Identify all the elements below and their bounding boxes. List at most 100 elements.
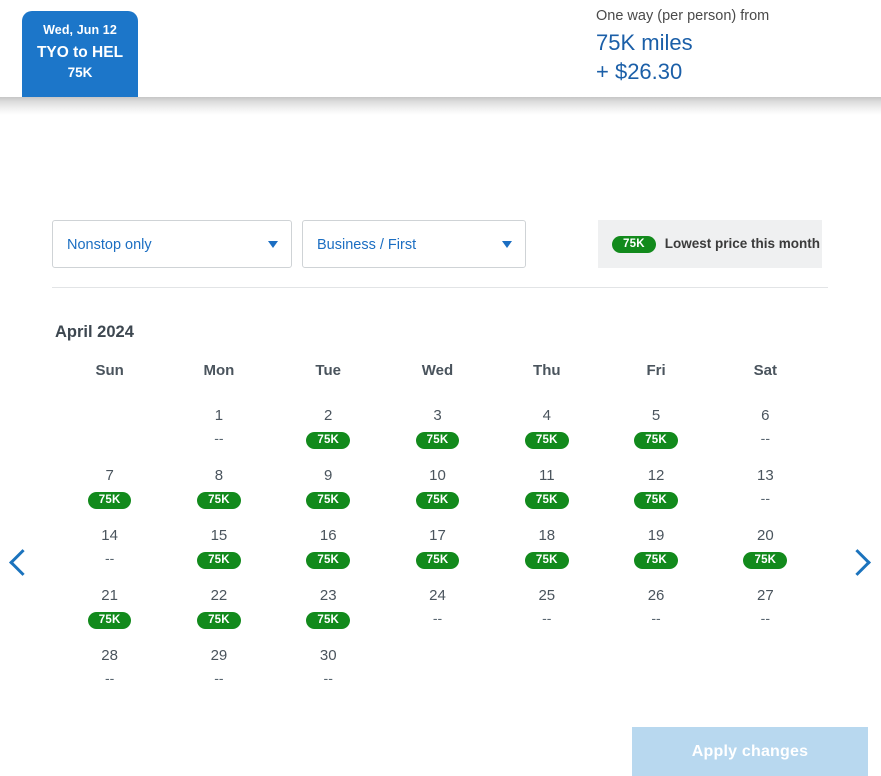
lowest-price-badge: 75K [415, 552, 460, 569]
calendar-day-cell[interactable]: 14 -- [55, 525, 164, 585]
calendar-day-price: 75K [601, 549, 710, 569]
calendar-day-cell[interactable]: 28 -- [55, 645, 164, 705]
calendar-day-cell[interactable]: 27 -- [711, 585, 820, 645]
calendar-day-cell[interactable]: 9 75K [274, 465, 383, 525]
calendar-day-cell[interactable]: 16 75K [274, 525, 383, 585]
lowest-price-badge: 75K [634, 552, 678, 569]
calendar-day-number: 19 [647, 527, 665, 544]
next-month-button[interactable] [843, 545, 877, 579]
flight-tab-miles: 75K [67, 65, 93, 80]
prev-month-button[interactable] [4, 545, 38, 579]
lowest-price-badge: 75K [524, 492, 569, 509]
cabin-filter-value: Business / First [317, 237, 417, 253]
weekday-header-row: Sun Mon Tue Wed Thu Fri Sat [55, 359, 820, 405]
calendar-day-price: 75K [492, 489, 601, 509]
stops-filter-value: Nonstop only [67, 237, 152, 253]
lowest-price-badge: 75K [87, 612, 132, 629]
calendar-day-cell[interactable]: 24 -- [383, 585, 492, 645]
calendar-day-cell[interactable]: 15 75K [164, 525, 273, 585]
legend-badge: 75K [612, 235, 656, 253]
lowest-price-badge: 75K [197, 492, 241, 509]
header-shadow-divider [0, 97, 881, 115]
calendar-day-cell[interactable]: 7 75K [55, 465, 164, 525]
calendar-day-number: 21 [101, 587, 118, 604]
header: Wed, Jun 12 TYO to HEL 75K One way (per … [0, 0, 881, 97]
calendar-day-price: -- [651, 610, 661, 626]
lowest-price-badge: 75K [306, 432, 351, 449]
lowest-price-badge: 75K [634, 432, 678, 449]
calendar-day-number: 12 [647, 467, 665, 484]
chevron-down-icon [502, 241, 512, 248]
calendar-day-cell[interactable]: 19 75K [601, 525, 710, 585]
calendar-day-number: 6 [761, 407, 770, 424]
calendar-day-cell[interactable]: 6 -- [711, 405, 820, 465]
calendar-day-number: 17 [429, 527, 446, 544]
calendar-day-cell[interactable]: 11 75K [492, 465, 601, 525]
calendar-day-number: 27 [757, 587, 774, 604]
cabin-filter-select[interactable]: Business / First [302, 220, 526, 268]
calendar-day-empty [383, 645, 492, 705]
calendar-day-number: 11 [538, 467, 555, 484]
calendar-day-price: 75K [274, 549, 383, 569]
calendar-day-cell[interactable]: 22 75K [164, 585, 273, 645]
calendar-day-price: 75K [492, 429, 601, 449]
calendar-day-number: 8 [214, 467, 224, 484]
flight-segment-tab[interactable]: Wed, Jun 12 TYO to HEL 75K [22, 11, 138, 97]
weekday-header: Sat [753, 362, 778, 379]
calendar-day-cell[interactable]: 30 -- [274, 645, 383, 705]
lowest-price-badge: 75K [524, 432, 569, 449]
calendar-day-number: 30 [319, 647, 337, 664]
stops-filter-select[interactable]: Nonstop only [52, 220, 292, 268]
calendar-day-cell[interactable]: 21 75K [55, 585, 164, 645]
price-summary-miles: 75K miles [596, 30, 693, 55]
calendar-day-cell[interactable]: 4 75K [492, 405, 601, 465]
calendar-day-price: -- [214, 670, 224, 686]
calendar-day-price: 75K [164, 609, 273, 629]
calendar-day-number: 20 [757, 527, 774, 544]
calendar-day-cell[interactable]: 23 75K [274, 585, 383, 645]
calendar-day-cell[interactable]: 2 75K [274, 405, 383, 465]
calendar-day-cell[interactable]: 10 75K [383, 465, 492, 525]
calendar-day-price: 75K [383, 549, 492, 569]
calendar-day-price: 75K [55, 489, 164, 509]
calendar-day-cell[interactable]: 13 -- [711, 465, 820, 525]
calendar-day-cell[interactable]: 5 75K [601, 405, 710, 465]
calendar-day-cell[interactable]: 1 -- [164, 405, 273, 465]
price-summary-label: One way (per person) from [596, 8, 770, 24]
chevron-down-icon [268, 241, 278, 248]
calendar-day-number: 22 [210, 587, 228, 604]
calendar-day-number: 2 [324, 407, 333, 424]
calendar-day-number: 1 [214, 407, 224, 424]
lowest-price-badge: 75K [415, 432, 460, 449]
calendar-day-number: 13 [757, 467, 774, 484]
calendar-day-number: 14 [101, 527, 118, 544]
lowest-price-badge: 75K [306, 492, 351, 509]
apply-changes-button[interactable]: Apply changes [632, 727, 868, 776]
lowest-price-badge: 75K [415, 492, 460, 509]
lowest-price-badge: 75K [306, 552, 351, 569]
calendar-day-cell[interactable]: 20 75K [711, 525, 820, 585]
calendar-day-cell[interactable]: 12 75K [601, 465, 710, 525]
calendar-day-empty [55, 405, 164, 465]
calendar-day-cell[interactable]: 26 -- [601, 585, 710, 645]
calendar-day-price: -- [760, 610, 770, 626]
calendar-day-number: 25 [538, 587, 556, 604]
calendar-day-price: 75K [164, 549, 273, 569]
calendar-day-cell[interactable]: 18 75K [492, 525, 601, 585]
calendar-day-cell[interactable]: 25 -- [492, 585, 601, 645]
calendar-day-cell[interactable]: 17 75K [383, 525, 492, 585]
calendar-day-number: 28 [101, 647, 118, 664]
calendar-day-empty [711, 645, 820, 705]
calendar-day-number: 18 [538, 527, 556, 544]
lowest-price-badge: 75K [634, 492, 678, 509]
calendar-day-cell[interactable]: 29 -- [164, 645, 273, 705]
calendar-day-number: 26 [647, 587, 665, 604]
calendar-day-price: -- [542, 610, 552, 626]
calendar-day-price: 75K [274, 609, 383, 629]
calendar-day-price: -- [104, 550, 115, 566]
calendar-day-price: -- [104, 670, 115, 686]
weekday-header: Mon [203, 362, 235, 379]
weekday-header: Fri [646, 362, 666, 379]
calendar-day-cell[interactable]: 8 75K [164, 465, 273, 525]
calendar-day-cell[interactable]: 3 75K [383, 405, 492, 465]
